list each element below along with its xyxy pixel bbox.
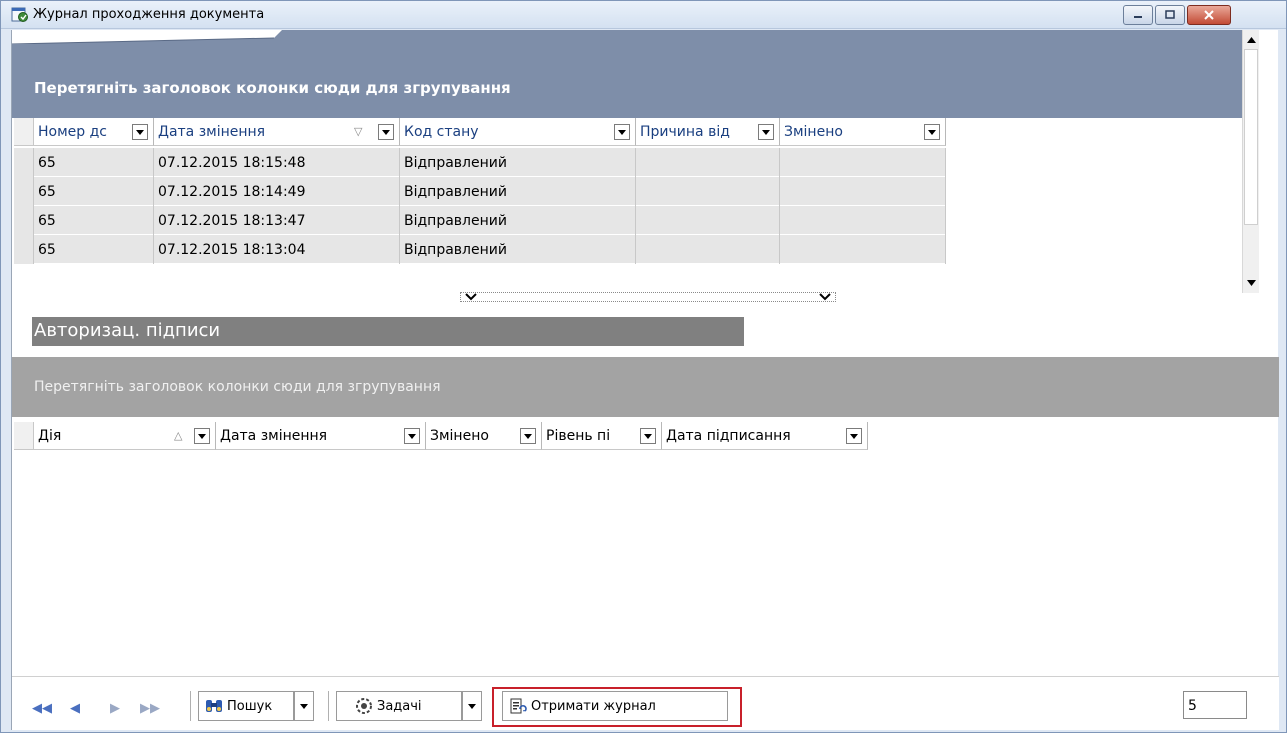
upper-rows: 65 07.12.2015 18:15:48 Відправлений 65 0… [14,148,946,264]
chevron-down-icon[interactable] [614,124,630,140]
arrow-up-icon [1246,36,1256,43]
maximize-button[interactable] [1155,5,1185,25]
scroll-thumb[interactable] [1244,49,1258,225]
nav-first-button[interactable]: ◀◀ [32,701,52,716]
signatures-caption: Авторизац. підписи [32,317,744,346]
chevron-down-icon[interactable] [378,124,394,140]
column-header-status-code[interactable]: Код стану [400,118,636,146]
column-header-changed-by[interactable]: Змінено [780,118,946,146]
record-count-field[interactable]: 5 [1183,691,1247,719]
row-indicator[interactable] [14,235,34,264]
tasks-button[interactable]: Задачі [336,691,462,721]
close-button[interactable] [1187,5,1231,25]
lower-group-hint: Перетягніть заголовок колонки сюди для з… [34,379,441,395]
column-header-sign-level[interactable]: Рівень пі [542,422,662,450]
chevron-down-icon [468,703,476,709]
chevron-down-icon[interactable] [758,124,774,140]
get-journal-button[interactable]: Отримати журнал [502,691,728,721]
window-doc-icon [11,6,29,23]
chevron-down-icon[interactable] [640,428,656,444]
row-indicator[interactable] [14,206,34,235]
sort-asc-icon: △ [174,429,183,442]
arrow-down-icon [1246,279,1256,286]
detail-splitter[interactable] [460,292,836,302]
upper-group-hint: Перетягніть заголовок колонки сюди для з… [34,79,511,97]
chevron-down-icon[interactable] [846,428,862,444]
column-header-action[interactable]: Дія △ [34,422,216,450]
table-row[interactable]: 65 07.12.2015 18:14:49 Відправлений [14,177,946,206]
row-indicator[interactable] [14,148,34,177]
search-dropdown-button[interactable] [294,691,314,721]
group-panel-tab-decor [12,30,282,44]
column-header-reason[interactable]: Причина від [636,118,780,146]
scroll-down-button[interactable] [1243,274,1259,291]
journal-refresh-icon [509,697,527,715]
chevron-down-icon [465,293,477,301]
column-header-sign-date[interactable]: Дата підписання [662,422,868,450]
row-indicator-header [14,118,34,146]
chevron-down-icon [300,703,308,709]
client-area: Перетягніть заголовок колонки сюди для з… [11,30,1279,730]
toolbar-separator [190,691,191,721]
chevron-down-icon[interactable] [132,124,148,140]
maximize-icon [1165,10,1175,19]
title-bar[interactable]: Журнал проходження документа [1,1,1286,29]
nav-prev-button[interactable]: ◀ [70,701,80,716]
search-label: Пошук [227,698,273,714]
row-indicator[interactable] [14,177,34,206]
column-header-number[interactable]: Номер дс [34,118,154,146]
upper-header-row: Номер дс Дата змінення ▽ Код стану Причи… [14,118,946,146]
chevron-down-icon[interactable] [924,124,940,140]
minimize-icon [1134,16,1142,18]
row-indicator-header [14,422,34,450]
journal-window: Журнал проходження документа Перетягніть… [0,0,1287,733]
lower-header-row: Дія △ Дата змінення Змінено Рівень пі Да… [14,422,868,450]
table-row[interactable]: 65 07.12.2015 18:13:47 Відправлений [14,206,946,235]
chevron-down-icon[interactable] [194,428,210,444]
lower-group-panel[interactable]: Перетягніть заголовок колонки сюди для з… [12,357,1279,417]
close-icon [1204,10,1214,20]
nav-last-button[interactable]: ▶▶ [140,701,160,716]
tasks-dropdown-button[interactable] [462,691,482,721]
table-row[interactable]: 65 07.12.2015 18:15:48 Відправлений [14,148,946,177]
get-journal-label: Отримати журнал [531,698,656,714]
binoculars-icon [205,698,223,714]
column-header-changed-by[interactable]: Змінено [426,422,542,450]
minimize-button[interactable] [1123,5,1153,25]
sort-desc-icon: ▽ [354,125,363,138]
tasks-label: Задачі [377,698,422,714]
toolbar-separator [328,691,329,721]
tasks-gear-icon [355,697,373,715]
search-button[interactable]: Пошук [198,691,294,721]
bottom-toolbar: ◀◀ ◀ ▶ ▶▶ Пошук Задачі Отримати журнал 5 [12,676,1279,730]
column-header-date-changed[interactable]: Дата змінення ▽ [154,118,400,146]
upper-vertical-scrollbar[interactable] [1242,30,1259,293]
chevron-down-icon[interactable] [520,428,536,444]
upper-group-panel[interactable]: Перетягніть заголовок колонки сюди для з… [12,30,1242,118]
chevron-down-icon [819,293,831,301]
nav-next-button[interactable]: ▶ [110,701,120,716]
chevron-down-icon[interactable] [404,428,420,444]
column-header-date-changed[interactable]: Дата змінення [216,422,426,450]
scroll-up-button[interactable] [1243,31,1259,48]
table-row[interactable]: 65 07.12.2015 18:13:04 Відправлений [14,235,946,264]
window-title: Журнал проходження документа [33,7,265,22]
